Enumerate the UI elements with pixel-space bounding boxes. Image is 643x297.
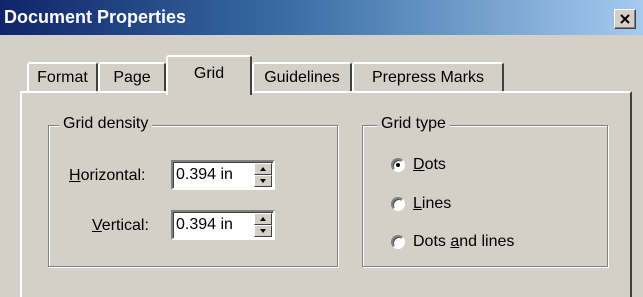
tab-format[interactable]: Format xyxy=(27,62,98,92)
horizontal-spin-field[interactable]: 0.394 in xyxy=(171,160,275,190)
horizontal-spinner xyxy=(254,163,272,187)
grid-tab-panel: Grid density Horizontal: 0.394 in Vertic… xyxy=(20,91,632,297)
arrow-down-icon xyxy=(260,179,266,183)
vertical-value[interactable]: 0.394 in xyxy=(176,216,233,234)
grid-type-legend: Grid type xyxy=(377,115,450,133)
vertical-mnemonic: V xyxy=(92,217,102,234)
tab-guidelines[interactable]: Guidelines xyxy=(252,62,352,92)
title-bar[interactable]: Document Properties xyxy=(0,0,643,35)
radio-dots-and-lines-button[interactable] xyxy=(391,235,405,249)
vertical-label: Vertical: xyxy=(92,217,149,235)
tab-grid[interactable]: Grid xyxy=(166,55,252,95)
vertical-decrement-button[interactable] xyxy=(254,225,272,237)
radio-dots-label[interactable]: Dots xyxy=(413,156,446,174)
horizontal-label-rest: orizontal: xyxy=(80,167,146,184)
tab-prepress-marks-label: Prepress Marks xyxy=(371,69,485,86)
tab-format-label: Format xyxy=(37,69,88,86)
grid-density-legend: Grid density xyxy=(59,115,153,133)
radio-lines-label-post: ines xyxy=(421,195,452,212)
radio-dots-and-lines-label-post: nd lines xyxy=(459,233,515,250)
radio-dots-and-lines-label-pre: Dots xyxy=(413,233,451,250)
horizontal-decrement-button[interactable] xyxy=(254,175,272,187)
tab-page[interactable]: Page xyxy=(98,62,166,92)
tab-prepress-marks[interactable]: Prepress Marks xyxy=(352,62,504,92)
window-title: Document Properties xyxy=(4,7,187,27)
radio-dots-and-lines-mnemonic: a xyxy=(450,233,460,250)
arrow-down-icon xyxy=(260,229,266,233)
radio-dots-mnemonic: D xyxy=(413,156,425,173)
horizontal-mnemonic: H xyxy=(69,167,81,184)
radio-lines-button[interactable] xyxy=(391,197,405,211)
tab-page-label: Page xyxy=(113,69,151,86)
radio-dots-label-post: ots xyxy=(424,156,446,173)
radio-lines-label[interactable]: Lines xyxy=(413,195,451,213)
arrow-up-icon xyxy=(260,167,266,171)
vertical-increment-button[interactable] xyxy=(254,213,272,225)
close-icon xyxy=(620,14,630,24)
radio-dots-and-lines-label[interactable]: Dots and lines xyxy=(413,233,514,251)
horizontal-increment-button[interactable] xyxy=(254,163,272,175)
arrow-up-icon xyxy=(260,217,266,221)
vertical-spinner xyxy=(254,213,272,237)
horizontal-label: Horizontal: xyxy=(69,167,145,185)
grid-density-group: Grid density Horizontal: 0.394 in Vertic… xyxy=(48,115,338,267)
tab-guidelines-label: Guidelines xyxy=(264,69,340,86)
vertical-spin-field[interactable]: 0.394 in xyxy=(171,210,275,240)
grid-type-group: Grid type Dots Lines Dots and lines xyxy=(362,115,608,267)
close-button[interactable] xyxy=(614,9,636,29)
radio-selected-dot xyxy=(396,163,400,167)
horizontal-value[interactable]: 0.394 in xyxy=(176,166,233,184)
radio-lines-mnemonic: L xyxy=(413,195,422,212)
tab-grid-label: Grid xyxy=(193,65,225,82)
radio-dots-button[interactable] xyxy=(391,158,405,172)
vertical-label-rest: ertical: xyxy=(101,217,149,234)
